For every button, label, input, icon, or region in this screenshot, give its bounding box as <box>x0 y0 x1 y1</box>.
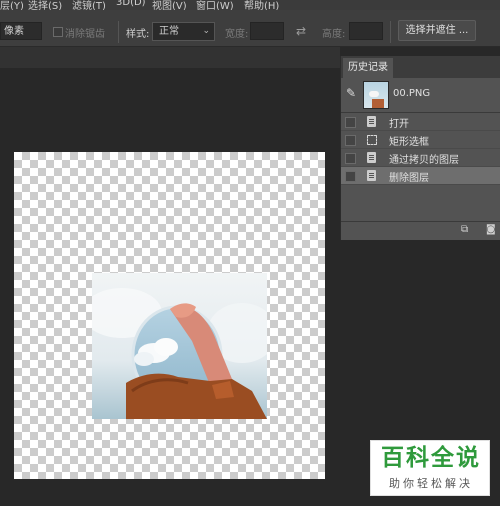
swap-icon[interactable]: ⇄ <box>296 24 306 38</box>
panel-tab-bar: 历史记录 <box>341 56 500 78</box>
history-checkbox[interactable] <box>345 153 356 164</box>
style-label: 样式: <box>126 29 150 40</box>
chevron-down-icon: ⌄ <box>202 26 210 36</box>
watermark-title: 百科全说 <box>381 445 481 471</box>
history-checkbox[interactable] <box>345 171 356 182</box>
camera-icon[interactable]: ◙ <box>486 224 496 235</box>
photo-layer <box>92 273 267 419</box>
history-panel: 历史记录 ✎ 00.PNG 打开 矩形选框 通过拷贝的图层 删除图层 ⧉ ◙ <box>340 56 500 240</box>
history-item-delete-layer[interactable]: 删除图层 <box>341 167 500 185</box>
history-item-layer-via-copy[interactable]: 通过拷贝的图层 <box>341 149 500 167</box>
history-item-label: 通过拷贝的图层 <box>389 155 459 166</box>
history-item-label: 矩形选框 <box>389 137 429 148</box>
antialias-label: 消除锯齿 <box>65 29 105 40</box>
height-field[interactable] <box>349 22 383 40</box>
history-item-open[interactable]: 打开 <box>341 113 500 131</box>
panel-footer: ⧉ ◙ <box>341 221 500 240</box>
snapshot-name: 00.PNG <box>393 88 431 99</box>
menu-filter[interactable]: 滤镜(T) <box>72 0 106 10</box>
history-checkbox[interactable] <box>345 135 356 146</box>
menu-help[interactable]: 帮助(H) <box>244 0 279 10</box>
menu-view[interactable]: 视图(V) <box>152 0 187 10</box>
style-select[interactable]: 正常 ⌄ <box>152 22 215 41</box>
divider <box>118 21 119 43</box>
history-brush-icon[interactable]: ✎ <box>346 86 356 100</box>
divider <box>390 21 391 43</box>
menu-layer[interactable]: 层(Y) <box>0 0 24 10</box>
menu-bar: 层(Y) 选择(S) 滤镜(T) 3D(D) 视图(V) 窗口(W) 帮助(H) <box>0 0 500 10</box>
history-item-label: 打开 <box>389 119 409 130</box>
width-field[interactable] <box>250 22 284 40</box>
snapshot-thumbnail <box>363 81 389 109</box>
document-icon <box>367 116 376 127</box>
height-label: 高度: <box>322 29 346 40</box>
document-tab-strip <box>0 47 340 68</box>
style-select-value: 正常 <box>159 26 179 37</box>
antialias-checkbox[interactable] <box>53 27 63 37</box>
marquee-icon <box>367 135 377 145</box>
menu-3d[interactable]: 3D(D) <box>116 0 146 8</box>
document-icon <box>367 170 376 181</box>
history-checkbox[interactable] <box>345 117 356 128</box>
watermark-logo: 百科全说 助你轻松解决 <box>370 440 490 496</box>
document-icon <box>367 152 376 163</box>
history-item-rect-marquee[interactable]: 矩形选框 <box>341 131 500 149</box>
menu-window[interactable]: 窗口(W) <box>196 0 234 10</box>
new-document-icon[interactable]: ⧉ <box>461 224 468 235</box>
watermark-subtitle: 助你轻松解决 <box>389 477 473 490</box>
history-snapshot[interactable]: ✎ 00.PNG <box>341 78 500 113</box>
photo-image <box>92 273 267 419</box>
menu-select[interactable]: 选择(S) <box>28 0 62 10</box>
history-item-label: 删除图层 <box>389 173 429 184</box>
feather-field[interactable]: 像素 <box>0 22 42 40</box>
tab-history[interactable]: 历史记录 <box>343 58 393 78</box>
select-and-mask-button[interactable]: 选择并遮住 ... <box>398 20 476 41</box>
width-label: 宽度: <box>225 29 249 40</box>
options-bar: 像素 消除锯齿 样式: 正常 ⌄ 宽度: ⇄ 高度: 选择并遮住 ... <box>0 10 500 47</box>
